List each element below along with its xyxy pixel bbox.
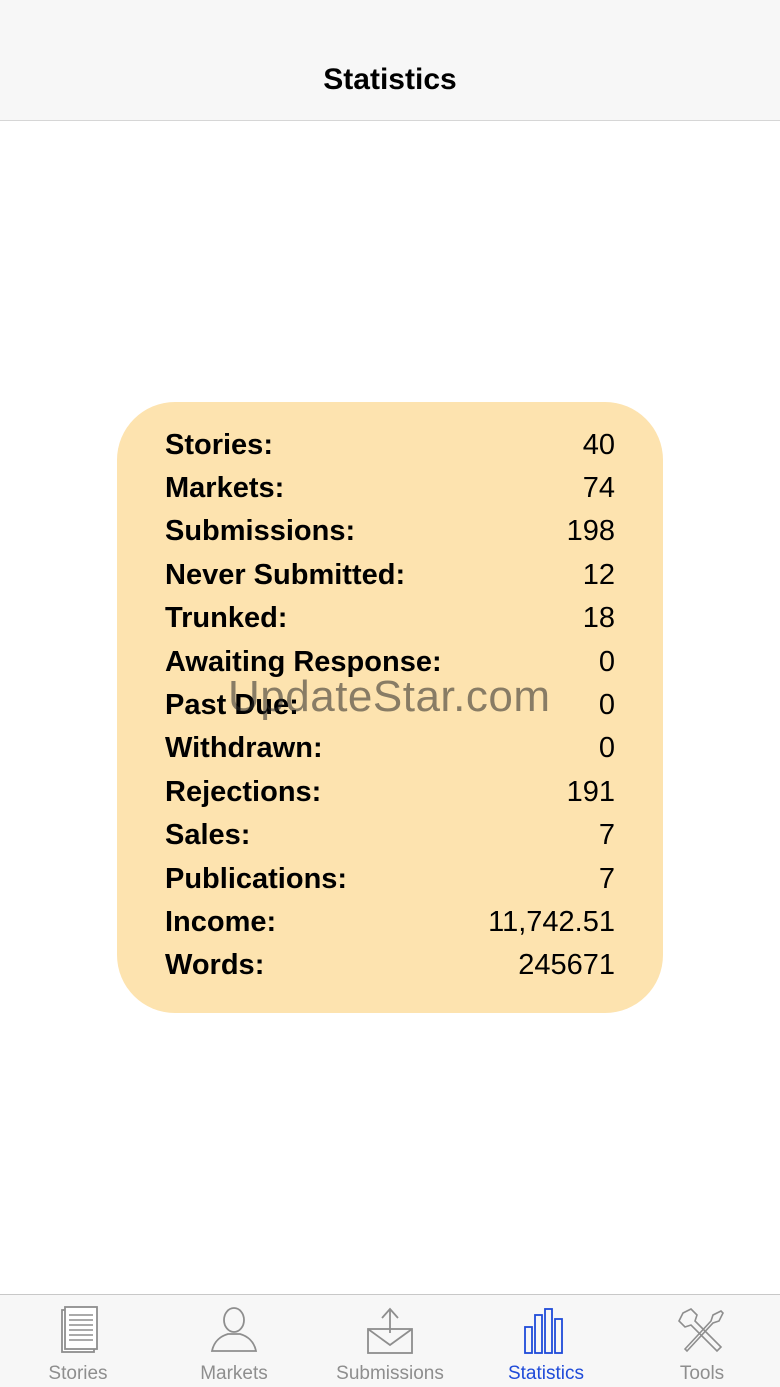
- stat-value: 0: [598, 689, 615, 721]
- stat-value: 191: [566, 776, 615, 808]
- tab-label: Statistics: [507, 1363, 585, 1384]
- tab-label: Stories: [48, 1363, 108, 1384]
- person-icon: [210, 1307, 258, 1352]
- stat-value: 0: [598, 646, 615, 678]
- stat-label: Trunked:: [165, 602, 288, 634]
- tab-bar: Stories Markets Submissions Statistics T…: [0, 1294, 780, 1387]
- stat-value: 7: [598, 863, 615, 895]
- stat-label: Submissions:: [165, 515, 356, 547]
- stat-label: Rejections:: [165, 776, 322, 808]
- stat-row-sales: Sales: 7: [165, 814, 615, 857]
- watermark: UpdateStar.com: [228, 672, 551, 721]
- stat-row-never-submitted: Never Submitted: 12: [165, 554, 615, 597]
- envelope-upload-icon: [367, 1307, 413, 1354]
- tab-markets[interactable]: Markets: [156, 1295, 312, 1387]
- stat-row-markets: Markets: 74: [165, 467, 615, 510]
- stat-row-words: Words: 245671: [165, 944, 615, 987]
- stat-label: Withdrawn:: [165, 732, 323, 764]
- stat-row-withdrawn: Withdrawn: 0: [165, 727, 615, 770]
- stat-value: 40: [582, 429, 615, 461]
- tab-statistics[interactable]: Statistics: [468, 1295, 624, 1387]
- stat-value: 12: [582, 559, 615, 591]
- stat-value: 0: [598, 732, 615, 764]
- stat-row-submissions: Submissions: 198: [165, 510, 615, 553]
- stat-label: Sales:: [165, 819, 251, 851]
- stat-row-rejections: Rejections: 191: [165, 771, 615, 814]
- tab-tools[interactable]: Tools: [624, 1295, 780, 1387]
- stat-label: Markets:: [165, 472, 285, 504]
- tools-icon: [678, 1308, 724, 1353]
- stat-label: Income:: [165, 906, 277, 938]
- stat-value: 245671: [518, 949, 615, 981]
- stat-value: 198: [566, 515, 615, 547]
- page-title: Statistics: [323, 63, 457, 96]
- stat-value: 18: [582, 602, 615, 634]
- stat-label: Stories:: [165, 429, 273, 461]
- bar-chart-icon: [524, 1308, 563, 1354]
- stat-label: Words:: [165, 949, 265, 981]
- tab-label: Markets: [200, 1363, 268, 1384]
- stat-label: Never Submitted:: [165, 559, 406, 591]
- stat-row-publications: Publications: 7: [165, 858, 615, 901]
- statistics-screen: Statistics Stories: 40 Markets: 74 Submi…: [0, 0, 780, 1387]
- stat-row-trunked: Trunked: 18: [165, 597, 615, 640]
- stat-value: 74: [582, 472, 615, 504]
- document-icon: [61, 1306, 98, 1353]
- tab-stories[interactable]: Stories: [0, 1295, 156, 1387]
- stat-label: Publications:: [165, 863, 348, 895]
- stat-row-income: Income: 11,742.51: [165, 901, 615, 944]
- tab-label: Tools: [679, 1363, 725, 1384]
- stat-value: 7: [598, 819, 615, 851]
- navigation-bar: Statistics: [0, 0, 780, 121]
- tab-submissions[interactable]: Submissions: [312, 1295, 468, 1387]
- stat-value: 11,742.51: [488, 906, 615, 938]
- tab-label: Submissions: [336, 1363, 444, 1384]
- stat-row-stories: Stories: 40: [165, 424, 615, 467]
